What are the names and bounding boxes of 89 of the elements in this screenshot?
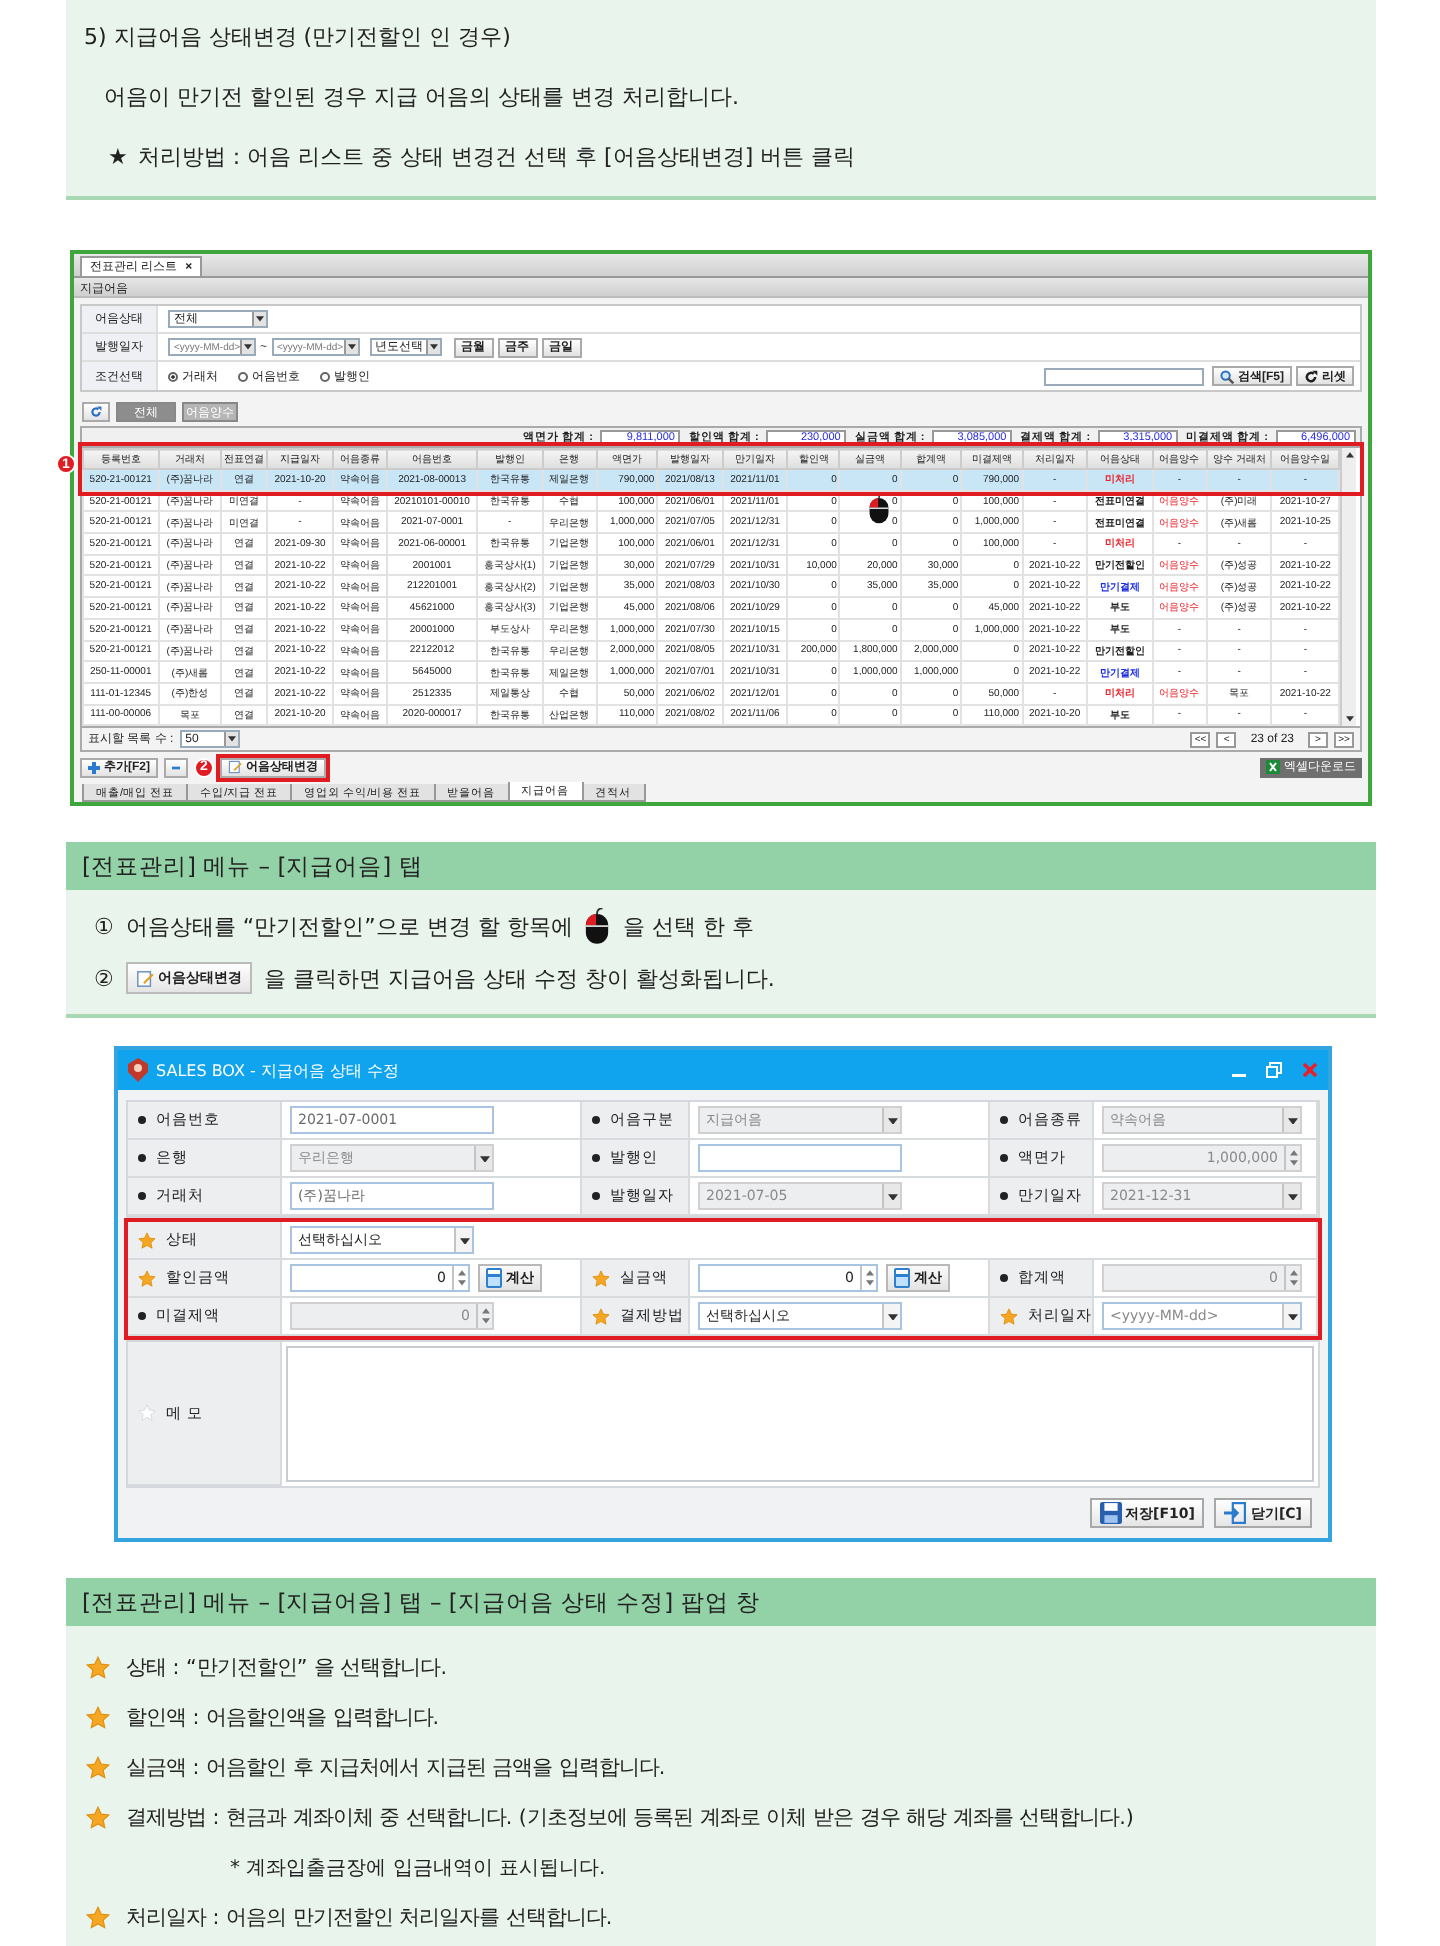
- restore-icon[interactable]: [1266, 1062, 1282, 1079]
- instruction-text: 할인액 : 어음할인액을 입력합니다.: [126, 1703, 440, 1732]
- star-icon: [86, 1805, 110, 1830]
- star-icon: [86, 1905, 110, 1930]
- star-icon: [86, 1755, 110, 1780]
- caret-icon: [887, 1117, 897, 1124]
- star-icon: [592, 1307, 610, 1326]
- caret-icon: [1287, 1193, 1297, 1200]
- note-text: * 계좌입출금장에 입금내역이 표시됩니다.: [230, 1855, 606, 1882]
- star-icon: [86, 1655, 110, 1680]
- step-text: 어음상태를 “만기전할인”으로 변경 할 항목에: [125, 911, 573, 942]
- radio-icon[interactable]: [238, 371, 248, 381]
- bullet-icon: [1000, 1274, 1008, 1283]
- caret-icon: [1287, 1313, 1297, 1320]
- mouse-icon: [584, 907, 611, 946]
- bullet-icon: [138, 1192, 146, 1201]
- caret-icon: [347, 344, 356, 350]
- dropdown-button[interactable]: [252, 312, 266, 326]
- scrollbar[interactable]: [1340, 448, 1356, 727]
- section-heading: [전표관리] 메뉴 – [지급어음] 탭: [66, 842, 1376, 891]
- star-icon: [592, 1269, 610, 1288]
- description: 어음이 만기전 할인된 경우 지급 어음의 상태를 변경 처리합니다.: [102, 82, 741, 112]
- spinner-icon[interactable]: [860, 1266, 876, 1291]
- section-title: 5) 지급어음 상태변경 (만기전할인 인 경우): [84, 22, 513, 52]
- caret-icon: [244, 344, 253, 350]
- step-text: 을 선택 한 후: [622, 911, 754, 942]
- method-text: 처리방법 : 어음 리스트 중 상태 변경건 선택 후 [어음상태변경] 버튼 클릭: [137, 142, 856, 172]
- save-icon: [1099, 1502, 1122, 1525]
- bullet-icon: [1000, 1192, 1008, 1201]
- bullet-icon: [592, 1116, 600, 1125]
- calculator-icon: [486, 1268, 502, 1289]
- caret-icon: [429, 344, 438, 350]
- bullet-icon: [138, 1312, 146, 1321]
- caret-icon: [887, 1313, 897, 1320]
- spreadsheet-icon: [1266, 760, 1280, 775]
- caret-icon: [479, 1155, 489, 1162]
- section-heading: [전표관리] 메뉴 – [지급어음] 탭 – [지급어음 상태 수정] 팝업 창: [66, 1578, 1376, 1627]
- dropdown-button[interactable]: [425, 340, 440, 354]
- star-icon: [1000, 1307, 1018, 1326]
- bullet-icon: [592, 1154, 600, 1163]
- caret-icon: [1345, 452, 1353, 458]
- instruction-text: 결제방법 : 현금과 계좌이체 중 선택합니다. (기초정보에 등록된 계좌로 이체 받은 경우 해당 계좌를 선택합니다.): [126, 1803, 1134, 1832]
- radio-icon[interactable]: [168, 371, 178, 381]
- memo-field[interactable]: [286, 1346, 1314, 1483]
- dropdown-button[interactable]: [1282, 1304, 1300, 1329]
- star-icon: [86, 1705, 110, 1730]
- exit-icon: [1224, 1502, 1247, 1525]
- instruction-text: 처리일자 : 어음의 만기전할인 처리일자를 선택합니다.: [126, 1903, 613, 1932]
- dropdown-button[interactable]: [882, 1304, 900, 1329]
- plus-icon: [88, 761, 100, 774]
- refresh-icon: [1304, 369, 1318, 383]
- refresh-button[interactable]: [82, 402, 110, 422]
- delete-button[interactable]: [164, 757, 188, 778]
- search-icon: [1220, 369, 1234, 383]
- minus-icon: [172, 765, 180, 770]
- star-icon: [138, 1269, 156, 1288]
- calculator-icon: [894, 1268, 910, 1289]
- dropdown-button[interactable]: [240, 340, 255, 354]
- caret-icon: [1287, 1117, 1297, 1124]
- caret-icon: [1345, 716, 1353, 723]
- caret-icon: [256, 316, 264, 322]
- instruction-text: 상태 : “만기전할인” 을 선택합니다.: [126, 1653, 448, 1682]
- search-field[interactable]: [1044, 367, 1204, 385]
- edit-document-icon: [228, 760, 242, 775]
- caret-icon: [227, 736, 236, 743]
- caret-icon: [459, 1237, 469, 1244]
- radio-icon[interactable]: [320, 371, 330, 381]
- dropdown-button[interactable]: [223, 732, 238, 747]
- app-logo-icon: [128, 1058, 148, 1083]
- step-text: 을 클릭하면 지급어음 상태 수정 창이 활성화됩니다.: [263, 963, 775, 994]
- bullet-icon: [592, 1192, 600, 1201]
- caret-icon: [887, 1193, 897, 1200]
- star-icon: [138, 1404, 156, 1423]
- step-number: ②: [94, 965, 114, 992]
- bullet-icon: [138, 1116, 146, 1125]
- instruction-text: 실금액 : 어음할인 후 지급처에서 지급된 금액을 입력합니다.: [126, 1753, 666, 1782]
- bullet-icon: [1000, 1116, 1008, 1125]
- bullet-icon: [138, 1154, 146, 1163]
- dropdown-button[interactable]: [343, 340, 358, 354]
- refresh-icon: [90, 406, 102, 418]
- input-field[interactable]: [698, 1144, 902, 1173]
- dialog-title: SALES BOX - 지급어음 상태 수정: [156, 1059, 400, 1082]
- bullet-icon: [1000, 1154, 1008, 1163]
- step-number: ①: [94, 913, 114, 940]
- star-icon: [138, 1231, 156, 1250]
- edit-document-icon: [135, 969, 154, 988]
- dropdown-button[interactable]: [454, 1228, 472, 1253]
- star-mark: ★: [108, 144, 128, 170]
- spinner-icon[interactable]: [452, 1266, 468, 1291]
